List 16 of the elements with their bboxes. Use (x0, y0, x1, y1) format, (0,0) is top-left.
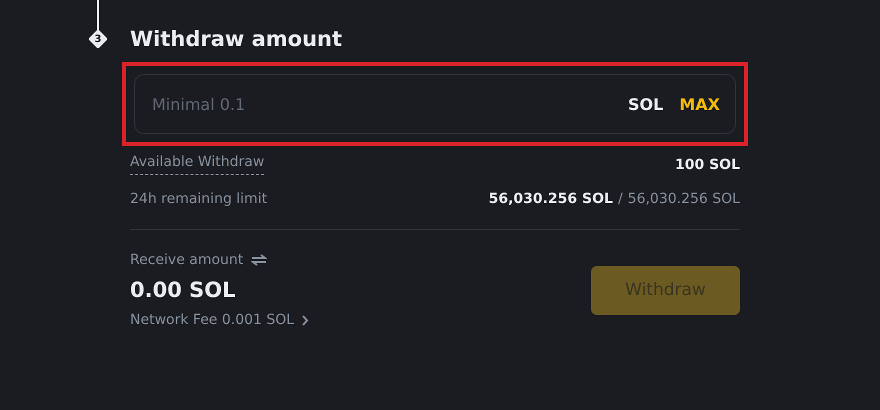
swap-icon[interactable] (251, 254, 268, 266)
limit-separator: / (618, 191, 623, 207)
max-button[interactable]: MAX (679, 94, 720, 114)
receive-label: Receive amount (130, 252, 244, 268)
step-number-badge: 3 (89, 30, 107, 48)
network-fee: Network Fee 0.001 SOL (130, 312, 294, 328)
receive-amount: 0.00 SOL (130, 278, 236, 302)
available-label: Available Withdraw (130, 154, 264, 175)
section-title: Withdraw amount (130, 26, 344, 53)
available-value: 100 SOL (674, 156, 740, 172)
limit-label: 24h remaining limit (130, 191, 268, 207)
limit-used: 56,030.256 SOL (488, 191, 613, 207)
amount-field[interactable]: Minimal 0.1 SOL MAX (134, 74, 736, 134)
currency-label: SOL (628, 94, 664, 114)
limit-total: 56,030.256 SOL (628, 191, 740, 207)
chevron-right-icon[interactable] (302, 314, 310, 326)
